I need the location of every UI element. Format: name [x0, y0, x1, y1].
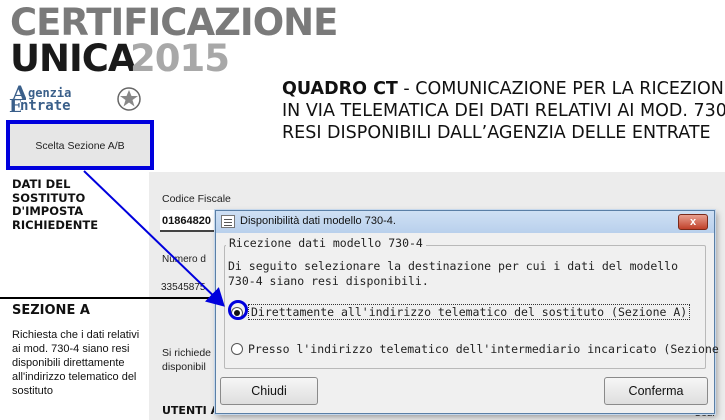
- numero-value: 33545875: [161, 282, 206, 293]
- scelta-sezione-button[interactable]: Scelta Sezione A/B: [6, 120, 154, 170]
- dialog-titlebar[interactable]: Disponibilità dati modello 730-4. x: [216, 211, 714, 233]
- close-icon: x: [689, 216, 697, 228]
- scelta-sezione-label: Scelta Sezione A/B: [35, 140, 125, 152]
- group-description: Di seguito selezionare la destinazione p…: [228, 259, 679, 288]
- sezione-a-label: SEZIONE A: [12, 303, 90, 318]
- option-sezione-a[interactable]: Direttamente all'indirizzo telematico de…: [228, 303, 691, 323]
- quadro-title-bold: QUADRO CT: [282, 79, 398, 99]
- group-legend: Ricezione dati modello 730-4: [226, 236, 426, 250]
- dialog-title: Disponibilità dati modello 730-4.: [240, 215, 396, 227]
- quadro-title-line1: - COMUNICAZIONE PER LA RICEZIONE: [397, 79, 725, 99]
- dati-sostituto-label: DATI DEL SOSTITUTO D'IMPOSTA RICHIEDENTE: [12, 177, 99, 232]
- highlight-ring: [228, 300, 248, 320]
- sezione-a-description: Richiesta che i dati relativi ai mod. 73…: [12, 329, 140, 397]
- numero-label: Numero d: [162, 254, 206, 265]
- option-sezione-a-label[interactable]: Direttamente all'indirizzo telematico de…: [248, 304, 691, 320]
- emblem-icon: [117, 87, 141, 111]
- option-sezione-b[interactable]: Presso l'indirizzo telematico dell'inter…: [228, 339, 725, 359]
- close-button[interactable]: x: [678, 214, 708, 230]
- codice-fiscale-field[interactable]: 01864820: [160, 210, 220, 232]
- utenti-label: UTENTI A: [162, 404, 220, 417]
- agency-logo: A genzia E ntrate: [9, 84, 145, 116]
- brand-year: 2015: [130, 37, 230, 80]
- codice-fiscale-label: Codice Fiscale: [162, 193, 231, 205]
- conferma-button[interactable]: Conferma: [604, 377, 708, 405]
- quadro-title-line3: RESI DISPONIBILI DALL’AGENZIA DELLE ENTR…: [282, 123, 711, 143]
- section-divider: [0, 297, 230, 299]
- radio-icon[interactable]: [231, 343, 243, 355]
- quadro-title-line2: IN VIA TELEMATICA DEI DATI RELATIVI AI M…: [282, 101, 725, 121]
- window-icon: [221, 215, 235, 228]
- brand-line2: UNICA: [10, 37, 137, 80]
- option-sezione-b-label[interactable]: Presso l'indirizzo telematico dell'inter…: [248, 342, 725, 356]
- si-richiede-text: Si richiede disponibil: [162, 347, 212, 373]
- availability-dialog: Disponibilità dati modello 730-4. x Rice…: [215, 210, 725, 414]
- agency-line2: ntrate: [20, 98, 71, 114]
- chiudi-button[interactable]: Chiudi: [220, 377, 318, 405]
- quadro-title: QUADRO CT - COMUNICAZIONE PER LA RICEZIO…: [282, 78, 725, 144]
